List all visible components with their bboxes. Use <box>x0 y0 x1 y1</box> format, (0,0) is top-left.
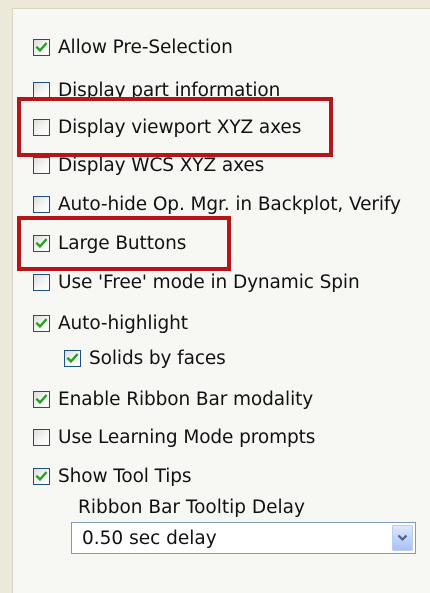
checkbox[interactable] <box>33 390 50 408</box>
checkmark-icon <box>35 41 48 52</box>
checkbox-auto-hide-op-mgr[interactable]: Auto-hide Op. Mgr. in Backplot, Verify <box>33 192 401 216</box>
checkbox[interactable] <box>33 467 50 485</box>
checkbox-label: Solids by faces <box>89 347 226 369</box>
checkbox-label: Auto-highlight <box>58 312 188 334</box>
checkbox-use-free-mode[interactable]: Use 'Free' mode in Dynamic Spin <box>33 270 360 294</box>
checkbox-label: Display WCS XYZ axes <box>58 154 265 176</box>
checkbox[interactable] <box>64 349 81 367</box>
checkbox-label: Show Tool Tips <box>58 465 192 487</box>
checkbox-enable-ribbon-bar-modality[interactable]: Enable Ribbon Bar modality <box>33 387 313 411</box>
checkbox[interactable] <box>33 428 50 446</box>
chevron-down-icon <box>397 534 408 542</box>
checkmark-icon <box>35 393 48 404</box>
checkmark-icon <box>35 317 48 328</box>
checkbox[interactable] <box>33 273 50 291</box>
checkbox-label: Auto-hide Op. Mgr. in Backplot, Verify <box>58 193 401 215</box>
checkbox-label: Use 'Free' mode in Dynamic Spin <box>58 271 360 293</box>
tooltip-delay-value: 0.50 sec delay <box>82 527 217 549</box>
checkmark-icon <box>66 352 79 363</box>
tooltip-delay-dropdown[interactable]: 0.50 sec delay <box>71 522 416 554</box>
highlight-box-viewport-axes <box>17 97 333 157</box>
checkbox-auto-highlight[interactable]: Auto-highlight <box>33 311 188 335</box>
checkbox-show-tool-tips[interactable]: Show Tool Tips <box>33 464 192 488</box>
checkbox-label: Use Learning Mode prompts <box>58 426 316 448</box>
checkmark-icon <box>35 470 48 481</box>
checkbox-use-learning-mode-prompts[interactable]: Use Learning Mode prompts <box>33 425 315 449</box>
highlight-box-large-buttons <box>17 216 231 271</box>
checkbox[interactable] <box>33 195 50 213</box>
checkbox[interactable] <box>33 81 50 99</box>
checkbox-solids-by-faces[interactable]: Solids by faces <box>64 346 226 370</box>
checkbox-allow-pre-selection[interactable]: Allow Pre-Selection <box>33 35 233 59</box>
checkbox[interactable] <box>33 38 50 56</box>
dropdown-button[interactable] <box>392 525 413 551</box>
tooltip-delay-label: Ribbon Bar Tooltip Delay <box>78 497 305 518</box>
checkbox-label: Enable Ribbon Bar modality <box>58 388 314 410</box>
checkbox[interactable] <box>33 314 50 332</box>
checkbox-label: Allow Pre-Selection <box>58 36 233 58</box>
checkbox[interactable] <box>33 156 50 174</box>
